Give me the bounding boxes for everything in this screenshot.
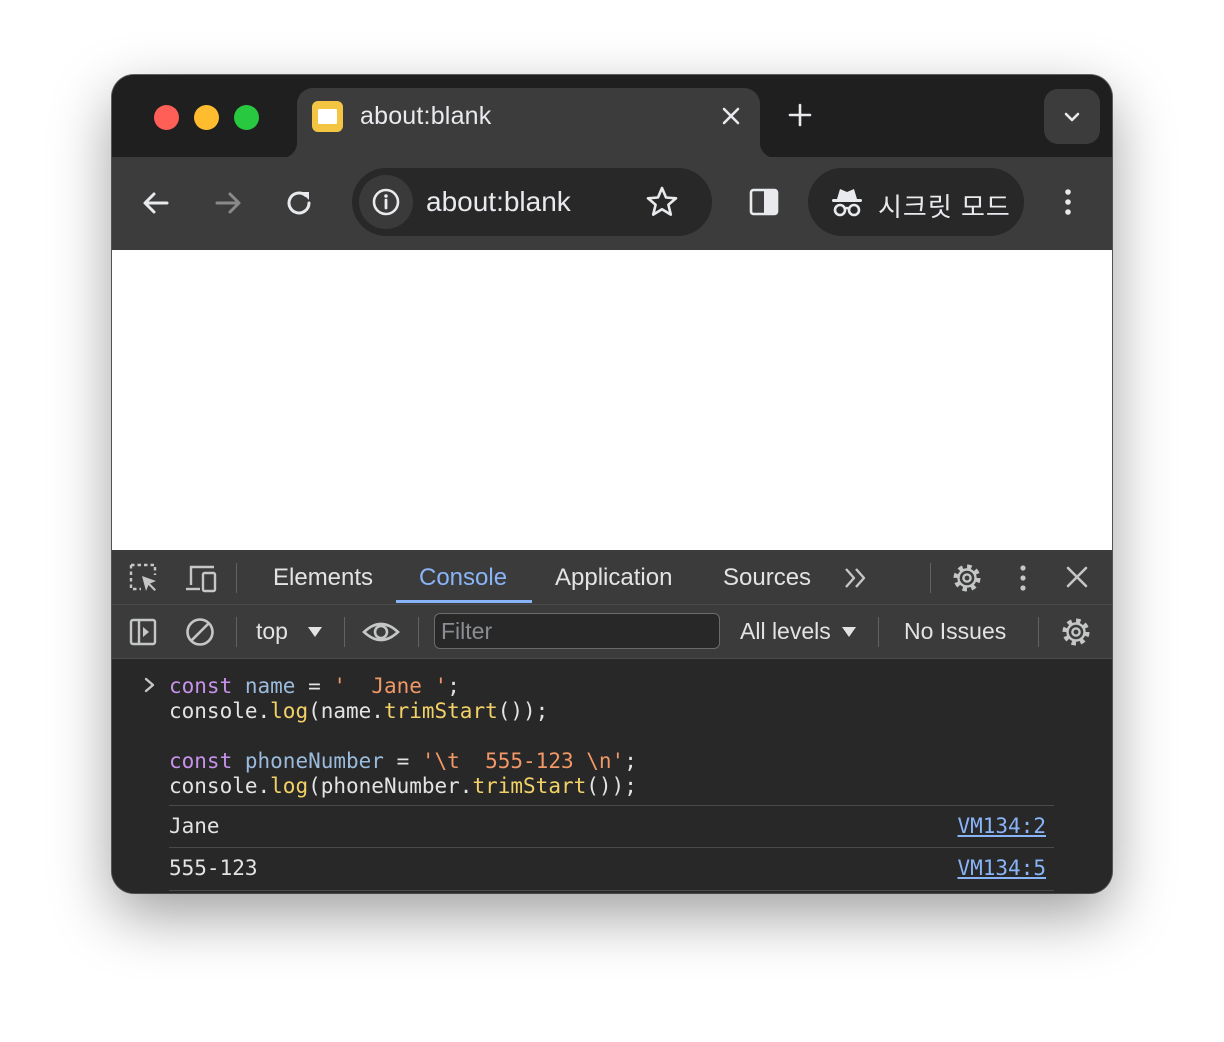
code-keyword: const [169,674,233,698]
kebab-menu-icon[interactable] [1008,562,1038,594]
info-icon [372,188,400,216]
code-punct: ; [624,749,637,773]
inspect-element-icon[interactable] [128,562,160,594]
minimize-window-button[interactable] [194,105,219,130]
message-source-link[interactable]: VM134:2 [957,814,1046,838]
tab-elements[interactable]: Elements [273,564,373,592]
reload-icon[interactable] [280,183,320,223]
console-sidebar-icon[interactable] [128,617,158,647]
code-operator: = [383,749,422,773]
browser-window: about:blank about:blank 시크릿 모드 Elements … [112,75,1112,893]
code-line: const phoneNumber = '\t 555-123 \n'; [169,749,637,773]
context-selector[interactable]: top [256,618,288,645]
code-string: '\t 555-123 \n' [421,749,625,773]
side-panel-icon[interactable] [744,182,784,222]
devtools-tab-bar: Elements Console Application Sources [112,550,1112,605]
tab-application[interactable]: Application [555,564,672,592]
separator [418,617,419,647]
code-text: (phoneNumber. [308,774,473,798]
log-levels-dropdown[interactable]: All levels [740,618,831,645]
code-line: console.log(phoneNumber.trimStart()); [169,774,637,798]
message-divider [169,805,1054,806]
code-variable: name [244,674,296,698]
incognito-button[interactable]: 시크릿 모드 [808,168,1024,236]
url-text: about:blank [426,186,571,217]
plus-icon[interactable] [784,99,816,131]
code-string: ' Jane ' [333,674,448,698]
filter-input[interactable] [434,613,720,649]
double-chevron-right-icon[interactable] [842,564,870,592]
separator [878,617,879,647]
code-keyword: const [169,749,233,773]
tab-title: about:blank [360,102,492,130]
star-icon[interactable] [644,184,680,220]
gear-icon[interactable] [950,561,984,595]
code-text: ()); [586,774,637,798]
browser-tab[interactable]: about:blank [281,88,776,158]
code-line: console.log(name.trimStart()); [169,699,548,723]
device-toolbar-icon[interactable] [184,562,218,594]
code-operator: = [295,674,334,698]
code-function: log [270,774,309,798]
message-divider [169,847,1054,848]
code-text: ()); [497,699,549,723]
browser-toolbar: about:blank 시크릿 모드 [112,157,1112,250]
code-variable: phoneNumber [244,749,384,773]
arrow-left-icon[interactable] [136,183,176,223]
incognito-label: 시크릿 모드 [878,192,1011,222]
code-line: const name = ' Jane '; [169,674,460,698]
incognito-icon [832,189,862,217]
page-content[interactable] [112,250,1112,550]
code-object: console. [169,774,271,798]
separator [930,563,931,593]
chevron-right-icon [144,677,155,693]
tab-sources[interactable]: Sources [723,564,811,592]
tab-search-button[interactable] [1044,89,1100,144]
dropdown-arrow-icon [842,627,856,637]
eye-icon[interactable] [362,615,400,649]
clear-console-icon[interactable] [184,616,216,648]
site-info-button[interactable] [359,175,413,229]
code-punct: ; [447,674,460,698]
console-message: 555-123 [169,856,258,880]
separator [1038,617,1039,647]
arrow-right-icon[interactable] [208,183,248,223]
devtools-panel: Elements Console Application Sources top… [112,550,1112,893]
message-divider [169,890,1054,891]
close-icon[interactable] [715,100,747,132]
code-function: trimStart [383,699,498,723]
tab-console[interactable]: Console [419,564,507,592]
code-function: log [270,699,309,723]
issues-button[interactable]: No Issues [904,618,1006,645]
maximize-window-button[interactable] [234,105,259,130]
separator [344,617,345,647]
console-output[interactable]: const name = ' Jane '; console.log(name.… [112,659,1112,893]
address-bar[interactable]: about:blank [352,168,712,236]
page-favicon-icon [312,101,343,132]
separator [236,617,237,647]
kebab-menu-icon[interactable] [1048,182,1088,222]
code-function: trimStart [472,774,587,798]
message-source-link[interactable]: VM134:5 [957,856,1046,880]
close-icon[interactable] [1062,562,1092,592]
active-tab-indicator [396,600,532,603]
code-text: (name. [308,699,384,723]
tab-strip: about:blank [112,75,1112,158]
close-window-button[interactable] [154,105,179,130]
gear-icon[interactable] [1059,615,1093,649]
dropdown-arrow-icon [308,627,322,637]
console-message: Jane [169,814,220,838]
code-object: console. [169,699,271,723]
separator [236,563,237,593]
chevron-down-icon [1064,112,1080,122]
console-toolbar: top All levels No Issues [112,605,1112,659]
